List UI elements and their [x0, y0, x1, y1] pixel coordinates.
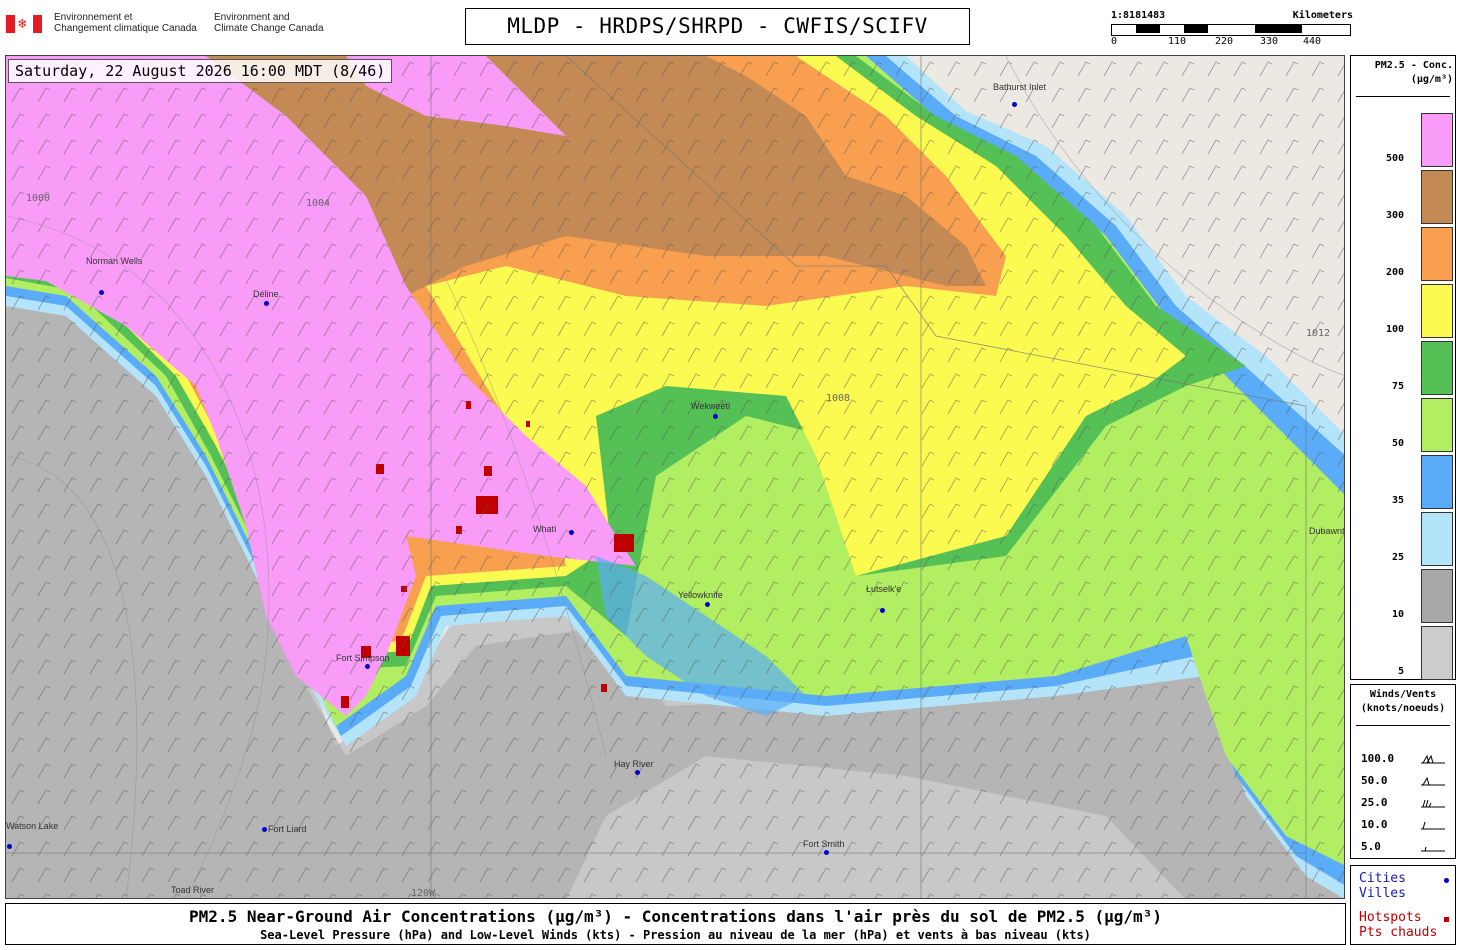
- points-legend: Cities Villes Hotspots Pts chauds: [1350, 865, 1456, 945]
- caption-line-2: Sea-Level Pressure (hPa) and Low-Level W…: [260, 928, 1091, 942]
- wind-speed-label: 100.0: [1361, 752, 1395, 765]
- cities-en: Cities: [1359, 871, 1406, 886]
- city-marker: [264, 301, 269, 306]
- city-marker: [262, 827, 267, 832]
- meridian-label: 120W: [411, 888, 436, 899]
- city-marker: [635, 770, 640, 775]
- city-marker: [569, 530, 574, 535]
- city-label: Fort Smith: [803, 839, 845, 849]
- city-marker: [7, 844, 12, 849]
- pm25-level-label: 10: [1391, 609, 1404, 620]
- scale-tick: 0: [1111, 36, 1118, 47]
- pm25-swatch: [1421, 113, 1453, 167]
- pm25-legend-title: PM2.5 - Conc. (µg/m³): [1374, 60, 1453, 85]
- pm25-legend: PM2.5 - Conc. (µg/m³) 500 300 200 100 75 50 35…: [1350, 55, 1456, 680]
- pm25-level-label: 35: [1391, 495, 1404, 506]
- isobar-label: 1004: [306, 198, 330, 209]
- isobar-label: 1012: [1306, 328, 1330, 339]
- city-marker: [99, 290, 104, 295]
- hotspots-fr: Pts chauds: [1359, 925, 1438, 940]
- wind-barb-icons: [1421, 754, 1445, 852]
- city-label: Yellowknife: [678, 590, 723, 600]
- city-marker: [1012, 102, 1017, 107]
- gov-name-fr: Environnement et Changement climatique C…: [54, 12, 197, 34]
- city-label: Toad River: [171, 885, 215, 895]
- pm25-swatch: [1421, 170, 1453, 224]
- hotspots-legend-label: Hotspots Pts chauds: [1359, 910, 1437, 940]
- pm25-level-label: 75: [1391, 381, 1404, 392]
- wind-speed-label: 5.0: [1361, 840, 1381, 853]
- pm25-level-label: 5: [1397, 666, 1404, 677]
- forecast-timestamp: Saturday, 22 August 2026 16:00 MDT (8/46…: [8, 59, 393, 83]
- scale-ratio: 1:8181483: [1111, 10, 1166, 21]
- pm25-swatch: [1421, 227, 1453, 281]
- wind-speed-label: 25.0: [1361, 796, 1388, 809]
- cities-fr: Villes: [1359, 886, 1406, 901]
- city-label: Fort Liard: [268, 824, 307, 834]
- city-label: Déline: [253, 289, 279, 299]
- city-label: Fort Simpson: [336, 653, 390, 663]
- pm25-swatch: [1421, 569, 1453, 623]
- scale-tick: 440: [1303, 36, 1322, 47]
- smoke-forecast-map[interactable]: 1000 1004 1008 1012 120W Bathurst Inlet …: [5, 55, 1345, 899]
- wind-speed-label: 50.0: [1361, 774, 1388, 787]
- wind-legend-title: Winds/Vents (knots/noeuds): [1360, 689, 1446, 714]
- map-canvas: 1000 1004 1008 1012 120W: [6, 56, 1344, 899]
- cities-legend-label: Cities Villes: [1359, 871, 1406, 901]
- pm25-swatch: [1421, 455, 1453, 509]
- city-label: Watson Lake: [6, 821, 59, 831]
- city-label: Hay River: [614, 759, 654, 769]
- wind-legend: Winds/Vents (knots/noeuds) 100.0 50.0 25…: [1350, 684, 1456, 859]
- city-label: Norman Wells: [86, 256, 143, 266]
- scale-tick: 220: [1215, 36, 1234, 47]
- product-title: MLDP - HRDPS/SHRPD - CWFIS/SCIFV: [465, 8, 970, 45]
- pm25-level-label: 50: [1391, 438, 1404, 449]
- pm25-level-label: 500: [1385, 153, 1404, 164]
- scale-bar: 1:8181483 Kilometers 0 110 220 330 440: [1108, 10, 1353, 50]
- pm25-swatch: [1421, 512, 1453, 566]
- scale-tick: 110: [1168, 36, 1187, 47]
- hotspots-en: Hotspots: [1359, 910, 1422, 925]
- city-dot-icon: [1444, 878, 1449, 883]
- isobar-label: 1000: [26, 193, 50, 204]
- city-label: Whatì: [533, 524, 557, 534]
- government-logo: ❄ Environnement et Changement climatique…: [6, 12, 336, 42]
- pm25-swatch: [1421, 626, 1453, 680]
- pm25-swatch: [1421, 284, 1453, 338]
- canada-flag-icon: ❄: [6, 15, 42, 33]
- city-label: Łutselk'e: [866, 584, 902, 594]
- gov-name-en: Environment and Climate Change Canada: [214, 12, 324, 34]
- caption-line-1: PM2.5 Near-Ground Air Concentrations (µg…: [189, 907, 1162, 926]
- pm25-level-label: 25: [1391, 552, 1404, 563]
- city-marker: [705, 602, 710, 607]
- hotspot-square-icon: [1444, 917, 1449, 922]
- map-caption: PM2.5 Near-Ground Air Concentrations (µg…: [5, 903, 1346, 945]
- wind-barbs-layer: [6, 56, 1344, 898]
- pm25-level-label: 200: [1385, 267, 1404, 278]
- scale-unit: Kilometers: [1292, 10, 1353, 21]
- scale-tick: 330: [1260, 36, 1279, 47]
- pm25-level-label: 300: [1385, 210, 1404, 221]
- wind-speed-label: 10.0: [1361, 818, 1388, 831]
- city-label: Bathurst Inlet: [993, 82, 1047, 92]
- pm25-swatch: [1421, 398, 1453, 452]
- scale-bar-graphic: [1111, 24, 1351, 36]
- city-label: Wekweètì: [691, 401, 731, 411]
- city-marker: [824, 850, 829, 855]
- city-marker: [713, 414, 718, 419]
- city-label: Dubawnt Lake: [1309, 526, 1345, 536]
- city-marker: [880, 608, 885, 613]
- pm25-swatch: [1421, 341, 1453, 395]
- city-marker: [365, 664, 370, 669]
- pm25-level-label: 100: [1385, 324, 1404, 335]
- isobar-label: 1008: [826, 393, 850, 404]
